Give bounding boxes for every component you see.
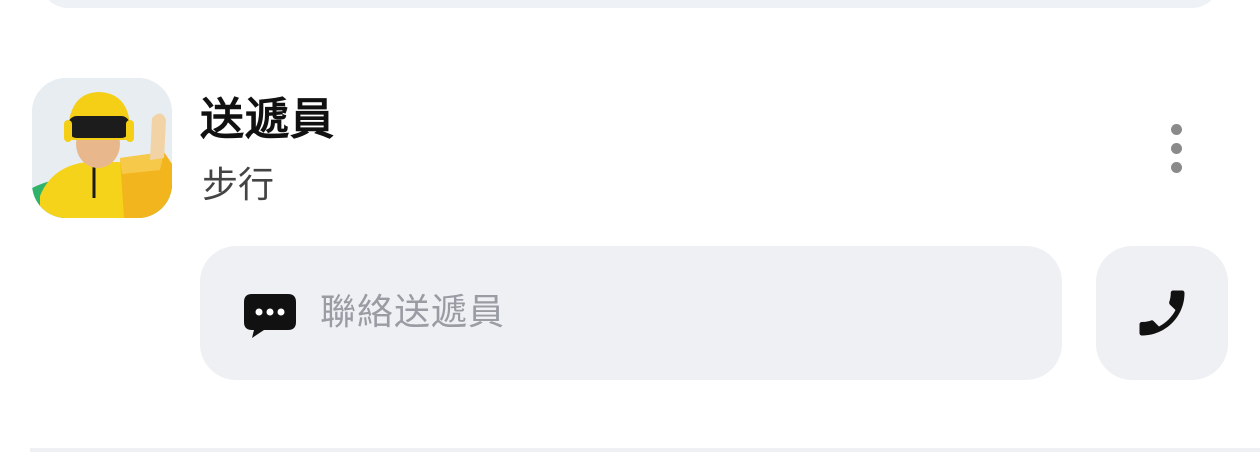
contact-courier-label: 聯絡送遞員	[320, 292, 506, 333]
courier-status: 步行	[202, 165, 275, 206]
chat-bubble-icon	[244, 294, 296, 338]
section-divider	[30, 448, 1260, 452]
more-vertical-icon	[1170, 123, 1182, 135]
phone-icon	[1139, 290, 1185, 336]
courier-name: 送遞員	[200, 94, 335, 145]
previous-card-edge	[40, 0, 1220, 8]
courier-info: 送遞員 步行	[32, 78, 1232, 218]
call-courier-button[interactable]	[1096, 246, 1228, 380]
more-dot	[1170, 142, 1182, 154]
more-options-button[interactable]	[1158, 118, 1194, 178]
delivery-rider-avatar-icon	[32, 78, 172, 218]
courier-avatar	[32, 78, 172, 218]
contact-courier-button[interactable]: 聯絡送遞員	[200, 246, 1062, 380]
more-dot	[1170, 161, 1182, 173]
